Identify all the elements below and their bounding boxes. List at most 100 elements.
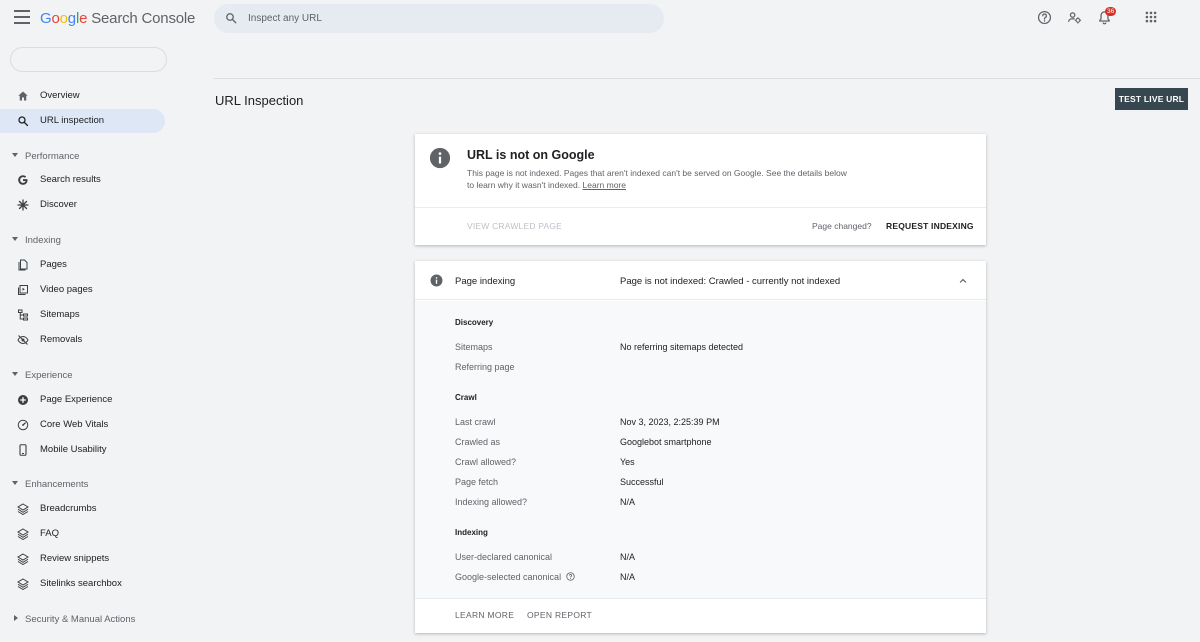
- google-canonical-value: N/A: [620, 572, 636, 582]
- page-indexing-card: Page indexing Page is not indexed: Crawl…: [415, 261, 986, 633]
- learn-more-button[interactable]: LEARN MORE: [455, 610, 514, 620]
- sidebar-item-label: Sitelinks searchbox: [40, 578, 122, 589]
- section-label: Enhancements: [25, 479, 89, 490]
- section-label: Performance: [25, 151, 80, 162]
- sidebar-item-video-pages[interactable]: Video pages: [0, 278, 165, 302]
- property-selector[interactable]: [10, 47, 167, 72]
- url-status-card: URL is not on Google This page is not in…: [415, 134, 986, 245]
- google-canonical-key: Google-selected canonical: [455, 572, 575, 582]
- status-title: URL is not on Google: [467, 148, 595, 162]
- page-fetch-key: Page fetch: [455, 477, 499, 487]
- sidebar-item-page-experience[interactable]: Page Experience: [0, 388, 165, 412]
- sidebar-item-mobile-usability[interactable]: Mobile Usability: [0, 438, 165, 462]
- sidebar-item-label: URL inspection: [40, 115, 105, 126]
- pages-icon: [18, 259, 28, 271]
- sidebar-item-overview[interactable]: Overview: [0, 84, 165, 108]
- page-indexing-header[interactable]: Page indexing Page is not indexed: Crawl…: [415, 261, 986, 300]
- search-console-logo[interactable]: Google Search Console: [40, 10, 195, 27]
- sidebar-item-core-web-vitals[interactable]: Core Web Vitals: [0, 413, 165, 437]
- info-icon: [430, 274, 443, 287]
- notifications-icon[interactable]: 36: [1097, 7, 1117, 26]
- notification-count-badge: 36: [1105, 7, 1117, 16]
- home-icon: [18, 91, 28, 101]
- page-indexing-status: Page is not indexed: Crawled - currently…: [620, 276, 841, 287]
- sidebar-item-review-snippets[interactable]: Review snippets: [0, 547, 165, 571]
- main-menu-icon[interactable]: [14, 10, 30, 24]
- sidebar-item-pages[interactable]: Pages: [0, 253, 165, 277]
- sidebar-item-label: Discover: [40, 199, 77, 210]
- google-canonical-label: Google-selected canonical: [455, 572, 562, 582]
- page-changed-label: Page changed?: [812, 221, 872, 231]
- collapse-arrow-icon: [12, 237, 18, 241]
- help-icon[interactable]: [1037, 10, 1053, 26]
- sitemaps-icon: [18, 309, 28, 321]
- indexing-allowed-key: Indexing allowed?: [455, 497, 528, 507]
- sidebar-item-label: Pages: [40, 259, 67, 270]
- page-indexing-details: Discovery Sitemaps No referring sitemaps…: [415, 301, 986, 598]
- help-icon[interactable]: [565, 572, 575, 581]
- sidebar-item-sitelinks-searchbox[interactable]: Sitelinks searchbox: [0, 572, 165, 596]
- view-crawled-page-button[interactable]: VIEW CRAWLED PAGE: [467, 221, 562, 231]
- layers-icon: [17, 528, 29, 540]
- referring-page-key: Referring page: [455, 362, 515, 372]
- last-crawl-key: Last crawl: [455, 417, 496, 427]
- sidebar-item-faq[interactable]: FAQ: [0, 522, 165, 546]
- indexing-allowed-value: N/A: [620, 497, 636, 507]
- layers-icon: [17, 503, 29, 515]
- phone-icon: [19, 444, 27, 456]
- status-description-text: This page is not indexed. Pages that are…: [467, 168, 847, 190]
- crawl-allowed-value: Yes: [620, 457, 635, 467]
- sidebar-item-label: Review snippets: [40, 553, 110, 564]
- section-label: Indexing: [25, 235, 61, 246]
- header-divider: [214, 78, 1200, 79]
- card-divider: [415, 207, 986, 208]
- section-label: Security & Manual Actions: [25, 614, 136, 625]
- sidebar-item-label: Video pages: [40, 284, 93, 295]
- info-icon: [429, 147, 451, 169]
- test-live-url-button[interactable]: TEST LIVE URL: [1115, 88, 1188, 110]
- page-fetch-value: Successful: [620, 477, 664, 487]
- request-indexing-button[interactable]: REQUEST INDEXING: [886, 221, 974, 231]
- sidebar-item-removals[interactable]: Removals: [0, 328, 165, 352]
- section-enhancements[interactable]: Enhancements: [0, 474, 165, 494]
- crawl-title: Crawl: [455, 393, 477, 402]
- plus-circle-icon: [18, 395, 28, 405]
- indexing-title: Indexing: [455, 528, 488, 537]
- section-label: Experience: [25, 370, 73, 381]
- asterisk-icon: [17, 199, 29, 211]
- top-app-bar: GoogleSearch Console 36: [0, 0, 1200, 38]
- layers-icon: [17, 553, 29, 565]
- sidebar-item-label: Mobile Usability: [40, 444, 107, 455]
- crawled-as-value: Googlebot smartphone: [620, 437, 712, 447]
- open-report-button[interactable]: OPEN REPORT: [527, 610, 592, 620]
- removals-icon: [17, 335, 29, 345]
- section-performance[interactable]: Performance: [0, 146, 165, 166]
- apps-grid-icon[interactable]: [1144, 10, 1160, 26]
- search-icon: [18, 116, 29, 127]
- search-icon: [226, 13, 237, 24]
- user-canonical-key: User-declared canonical: [455, 552, 553, 562]
- collapse-arrow-icon: [12, 372, 18, 376]
- sidebar-item-discover[interactable]: Discover: [0, 193, 165, 217]
- sidebar-item-label: Breadcrumbs: [40, 503, 97, 514]
- crawl-allowed-key: Crawl allowed?: [455, 457, 517, 467]
- card-footer-divider: [415, 598, 986, 599]
- section-indexing[interactable]: Indexing: [0, 230, 165, 250]
- section-security-manual-actions[interactable]: Security & Manual Actions: [0, 609, 165, 629]
- sidebar-item-label: Removals: [40, 334, 83, 345]
- section-experience[interactable]: Experience: [0, 365, 165, 385]
- url-inspection-search[interactable]: [214, 4, 664, 33]
- discovery-title: Discovery: [455, 318, 494, 327]
- inspect-url-input[interactable]: [248, 10, 648, 27]
- sidebar-item-breadcrumbs[interactable]: Breadcrumbs: [0, 497, 165, 521]
- chevron-up-icon[interactable]: [958, 276, 968, 286]
- expand-arrow-icon: [14, 615, 18, 621]
- manage-users-icon[interactable]: [1067, 10, 1083, 26]
- sidebar-item-search-results[interactable]: Search results: [0, 168, 165, 192]
- layers-icon: [17, 578, 29, 590]
- learn-more-link[interactable]: Learn more: [583, 180, 626, 190]
- sidebar-item-sitemaps[interactable]: Sitemaps: [0, 303, 165, 327]
- sitemaps-key: Sitemaps: [455, 342, 493, 352]
- sidebar-item-label: Core Web Vitals: [40, 419, 109, 430]
- sidebar-item-url-inspection[interactable]: URL inspection: [0, 109, 165, 133]
